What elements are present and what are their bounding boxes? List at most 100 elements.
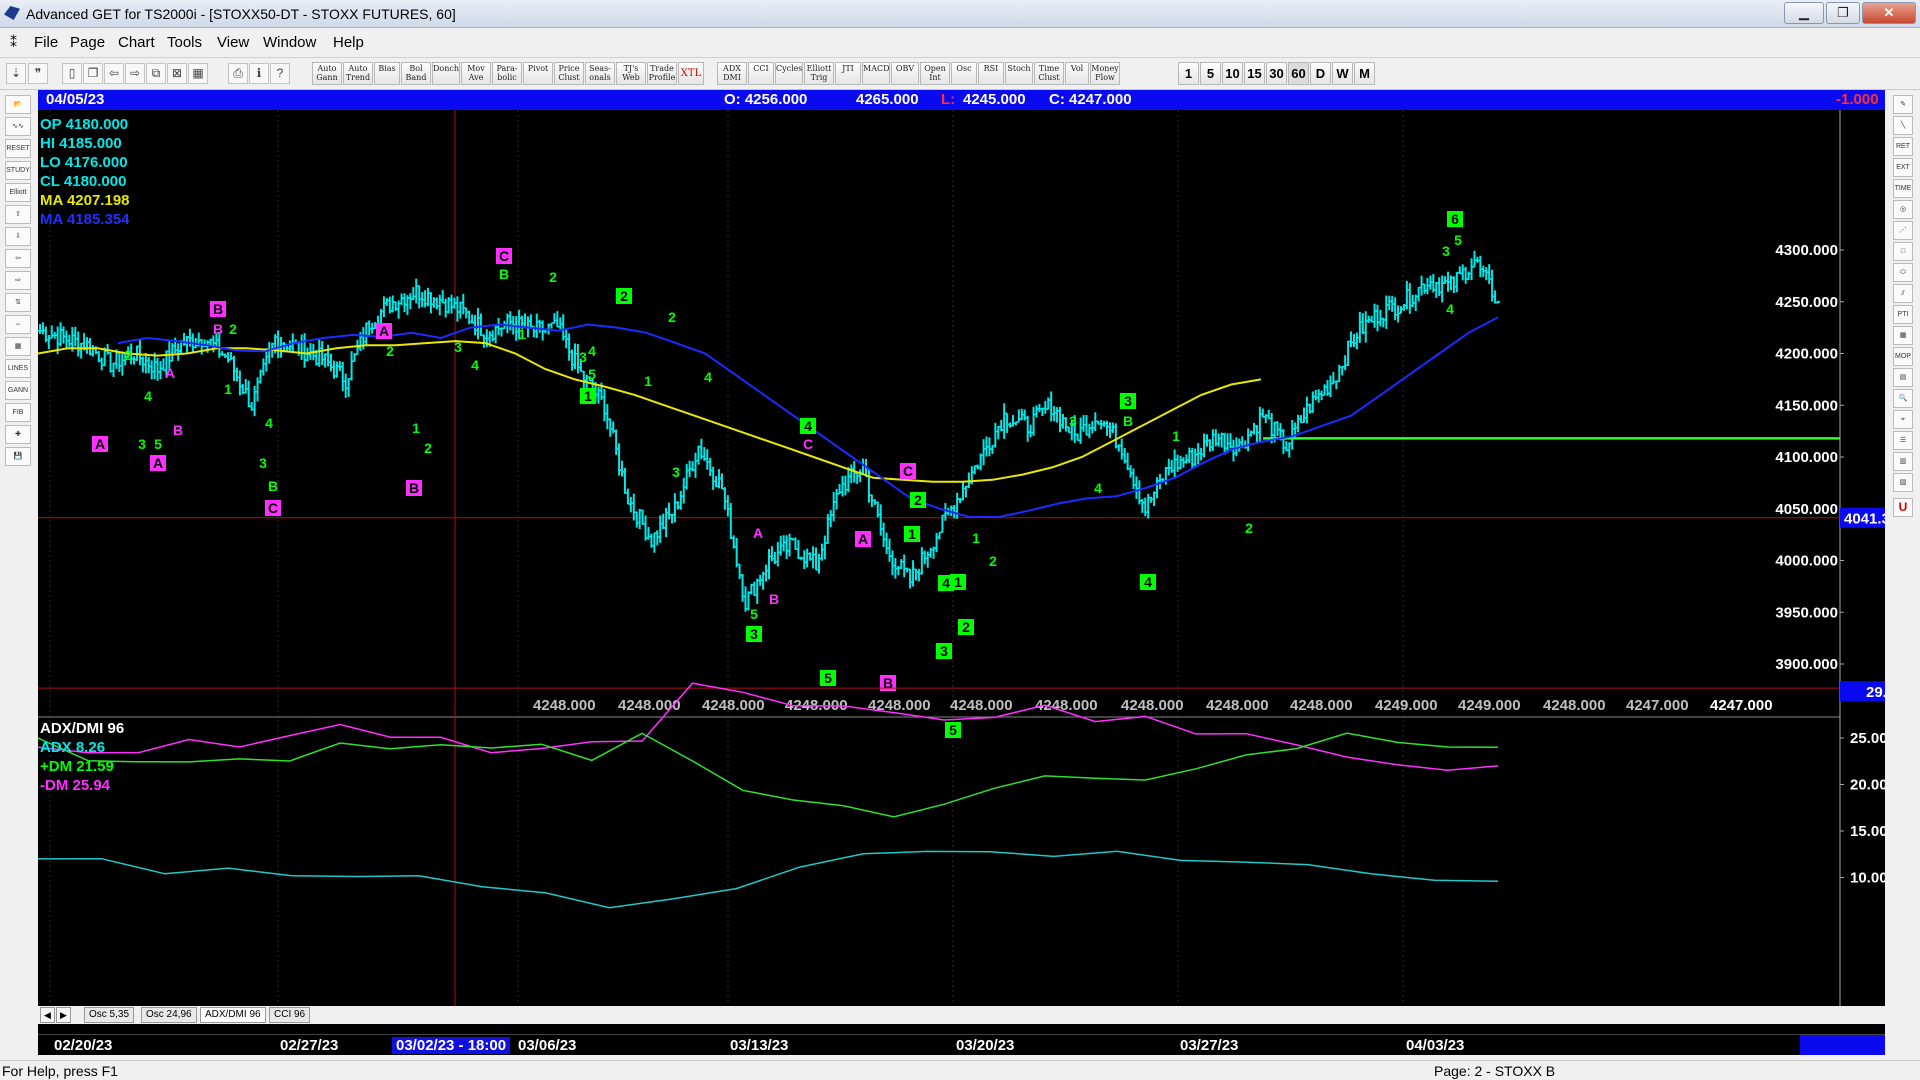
calendar-icon[interactable]: ▤	[1893, 368, 1913, 387]
quote-icon[interactable]: ❞	[28, 63, 48, 84]
list-icon[interactable]: ☰	[1893, 431, 1913, 450]
arrow-down-icon[interactable]: ⇩	[5, 227, 31, 246]
menu-page[interactable]: Page	[70, 34, 105, 51]
period-button-60[interactable]: 60	[1288, 62, 1309, 85]
study-button-rsi[interactable]: RSI	[978, 62, 1004, 85]
minimize-button[interactable]: ▁	[1784, 2, 1824, 24]
study-button-osc[interactable]: Osc	[951, 62, 977, 85]
menu-file[interactable]: File	[34, 34, 58, 51]
back-icon[interactable]: ⇦	[104, 63, 124, 84]
period-button-30[interactable]: 30	[1266, 62, 1287, 85]
study-button-seas-onals[interactable]: Seas-onals	[585, 62, 615, 85]
tab-osc-24-96[interactable]: Osc 24,96	[141, 1007, 197, 1023]
new-page-icon[interactable]: ▯	[62, 63, 82, 84]
grid-tool-icon[interactable]: ▦	[1893, 326, 1913, 345]
pin-icon[interactable]: ⇣	[6, 63, 26, 84]
menu-window[interactable]: Window	[263, 34, 316, 51]
elliott-icon[interactable]: Elliott	[5, 183, 31, 202]
tab-prev-icon[interactable]: ◀	[40, 1007, 55, 1023]
study-button-pivot[interactable]: Pivot	[523, 62, 553, 85]
menu-tools[interactable]: Tools	[167, 34, 202, 51]
help-cursor-icon[interactable]: ?	[270, 63, 290, 84]
close-button[interactable]: ✕	[1862, 2, 1916, 24]
mop-icon[interactable]: MOP	[1893, 347, 1913, 366]
grid-icon[interactable]: ▦	[5, 337, 31, 356]
pencil-icon[interactable]: ✎	[1893, 95, 1913, 114]
print-icon[interactable]: ⎙	[228, 63, 248, 84]
period-button-w[interactable]: W	[1332, 62, 1353, 85]
period-button-15[interactable]: 15	[1244, 62, 1265, 85]
period-button-10[interactable]: 10	[1222, 62, 1243, 85]
study-button-cci[interactable]: CCI	[748, 62, 774, 85]
copy-page-icon[interactable]: ❐	[83, 63, 103, 84]
zoom-icon[interactable]: 🔍	[1893, 389, 1913, 408]
maximize-button[interactable]: ❐	[1826, 2, 1860, 24]
tab-cci-96[interactable]: CCI 96	[269, 1007, 311, 1023]
tab-adx-dmi-96[interactable]: ADX/DMI 96	[200, 1007, 266, 1023]
study-button-mov-ave[interactable]: Mov Ave	[461, 62, 491, 85]
open-folder-icon[interactable]: 📂	[5, 95, 31, 114]
period-button-5[interactable]: 5	[1200, 62, 1221, 85]
tab-next-icon[interactable]: ▶	[56, 1007, 71, 1023]
period-button-m[interactable]: M	[1354, 62, 1375, 85]
fan-icon[interactable]: ⋰	[1893, 221, 1913, 240]
study-button-auto-trend[interactable]: Auto Trend	[343, 62, 373, 85]
save-icon[interactable]: 💾	[5, 447, 31, 466]
study-button-stoch[interactable]: Stoch	[1005, 62, 1033, 85]
study-button-elliott-trig[interactable]: Elliott Trig	[804, 62, 834, 85]
menu-view[interactable]: View	[217, 34, 249, 51]
study-button-donch[interactable]: Donch	[432, 62, 460, 85]
lines-icon[interactable]: LINES	[5, 359, 31, 378]
study-button-auto-gann[interactable]: Auto Gann	[312, 62, 342, 85]
study-button-macd[interactable]: MACD	[862, 62, 890, 85]
info-icon[interactable]: ℹ	[249, 63, 269, 84]
study-button-tj-s-web[interactable]: TJ's Web	[616, 62, 646, 85]
study-button-xtl[interactable]: XTL	[678, 62, 704, 85]
arrow-left-icon[interactable]: ⇦	[5, 249, 31, 268]
expand-icon[interactable]: ⇔	[5, 315, 31, 334]
study-button-bol-band[interactable]: Bol Band	[401, 62, 431, 85]
forward-icon[interactable]: ⇨	[125, 63, 145, 84]
channel-icon[interactable]: ⫽	[1893, 284, 1913, 303]
study-button-time-clust[interactable]: Time Clust	[1034, 62, 1064, 85]
arrange-icon[interactable]: ▦	[188, 63, 208, 84]
menu-help[interactable]: Help	[333, 34, 364, 51]
study-button-vol[interactable]: Vol	[1065, 62, 1089, 85]
arrow-up-icon[interactable]: ⇧	[5, 205, 31, 224]
study-button-trade-profile[interactable]: Trade Profile	[647, 62, 677, 85]
tile-icon[interactable]: ⧉	[146, 63, 166, 84]
notes-icon[interactable]: ▥	[1893, 452, 1913, 471]
fib-ret-icon[interactable]: RET	[1893, 137, 1913, 156]
gann-icon[interactable]: GANN	[5, 381, 31, 400]
arrow-right-icon[interactable]: ⇨	[5, 271, 31, 290]
period-button-d[interactable]: D	[1310, 62, 1331, 85]
square-icon[interactable]: □	[1893, 242, 1913, 261]
study-button-open-int[interactable]: Open Int	[920, 62, 950, 85]
price-chart-svg[interactable]: 4300.000 4250.000 4200.000 4150.000 4100.000…	[38, 110, 1885, 1006]
tab-osc-5-35[interactable]: Osc 5,35	[84, 1007, 135, 1023]
ellipse-icon[interactable]: ◎	[1893, 200, 1913, 219]
pti-icon[interactable]: PTI	[1893, 305, 1913, 324]
crosshair-icon[interactable]: ✚	[5, 425, 31, 444]
study-button-adx-dmi[interactable]: ADX DMI	[717, 62, 747, 85]
study-button-obv[interactable]: OBV	[891, 62, 919, 85]
period-button-1[interactable]: 1	[1178, 62, 1199, 85]
date-scroll-track[interactable]	[1800, 1035, 1885, 1055]
notebook-icon[interactable]: ▧	[1893, 473, 1913, 492]
cycles-tool-icon[interactable]: ∿∿	[5, 117, 31, 136]
undo-icon[interactable]: U	[1893, 498, 1913, 517]
fib-icon[interactable]: FIB	[5, 403, 31, 422]
study-button-para-bolic[interactable]: Para-bolic	[492, 62, 522, 85]
study-button-price-clust[interactable]: Price Clust	[554, 62, 584, 85]
study-button-money-flow[interactable]: Money Flow	[1090, 62, 1120, 85]
study-icon[interactable]: STUDY	[5, 161, 31, 180]
ellipse-tool-icon[interactable]: ⬭	[1893, 263, 1913, 282]
menu-chart[interactable]: Chart	[118, 34, 155, 51]
study-button-bias[interactable]: Bias	[374, 62, 400, 85]
study-button-cycles[interactable]: Cycles	[775, 62, 803, 85]
fib-ext-icon[interactable]: EXT	[1893, 158, 1913, 177]
tag-icon[interactable]: ⌖	[1893, 410, 1913, 429]
study-button-jti[interactable]: JTI	[835, 62, 861, 85]
fib-time-icon[interactable]: TIME	[1893, 179, 1913, 198]
reset-icon[interactable]: RESET	[5, 139, 31, 158]
